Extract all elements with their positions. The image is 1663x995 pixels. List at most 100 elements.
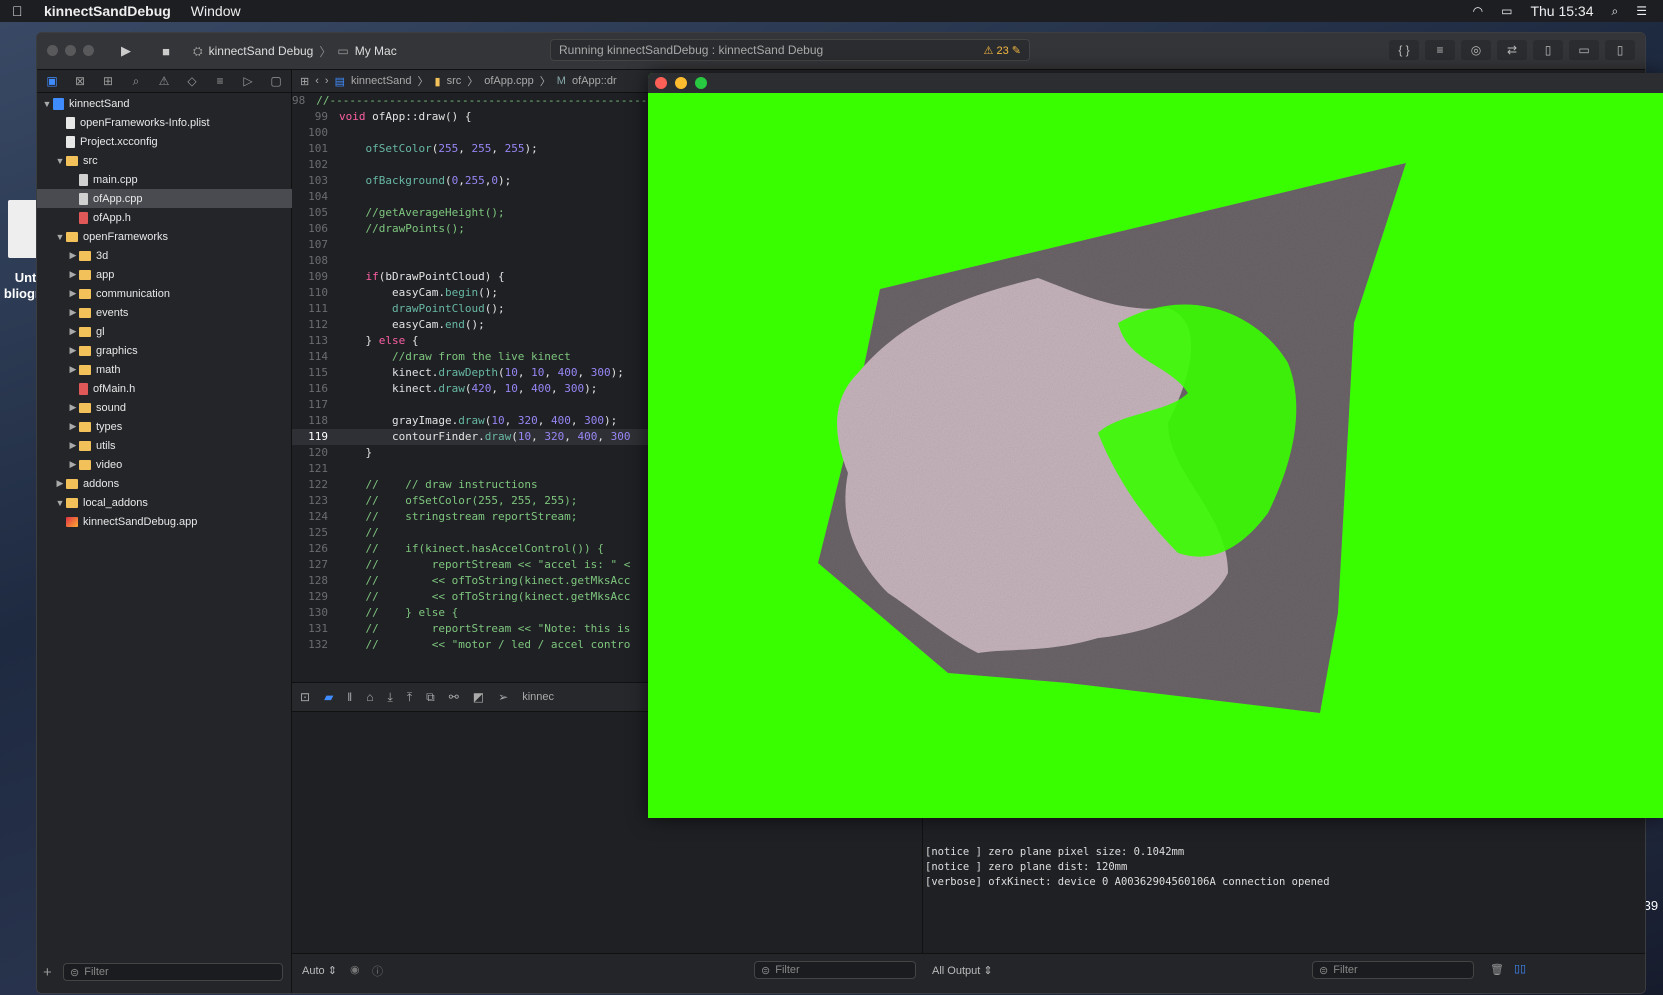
desktop-file-icon[interactable]	[8, 200, 38, 258]
code-line[interactable]: 101 ofSetColor(255, 255, 255);	[292, 141, 648, 157]
tree-item[interactable]: ▶ utils	[37, 436, 321, 455]
breakpoints-toggle-icon[interactable]: ▰	[324, 690, 333, 704]
auto-selector[interactable]: Auto ⇕	[302, 964, 337, 977]
code-line[interactable]: 132 // << "motor / led / accel contro	[292, 637, 648, 653]
minimize-window-button[interactable]	[675, 77, 687, 89]
navigator-filter-field[interactable]: ⊜ Filter	[63, 963, 283, 981]
line-number[interactable]: 127	[292, 557, 339, 573]
tree-item[interactable]: main.cpp	[37, 170, 321, 189]
disclosure-triangle-icon[interactable]: ▶	[67, 364, 79, 375]
line-number[interactable]: 116	[292, 381, 339, 397]
step-over-icon[interactable]: ⌂	[366, 690, 373, 704]
zoom-window-button[interactable]	[83, 45, 94, 56]
debug-navigator-icon[interactable]: ≡	[211, 74, 229, 88]
tree-item[interactable]: ▼ local_addons	[37, 493, 308, 512]
line-number[interactable]: 122	[292, 477, 339, 493]
stop-button[interactable]: ■	[155, 41, 177, 61]
line-number[interactable]: 120	[292, 445, 339, 461]
split-view-icon[interactable]: ▯▯	[1514, 962, 1526, 975]
code-line[interactable]: 112 easyCam.end();	[292, 317, 648, 333]
disclosure-triangle-icon[interactable]: ▶	[67, 326, 79, 337]
code-line[interactable]: 125 //	[292, 525, 648, 541]
memory-graph-icon[interactable]: ⚯	[449, 690, 459, 704]
tree-item[interactable]: ▶ app	[37, 265, 321, 284]
line-number[interactable]: 115	[292, 365, 339, 381]
line-number[interactable]: 110	[292, 285, 339, 301]
line-number[interactable]: 119	[292, 429, 339, 445]
close-window-button[interactable]	[47, 45, 58, 56]
toggle-debug-area-button[interactable]: ▭	[1569, 40, 1599, 60]
related-items-icon[interactable]: ⊞	[300, 75, 309, 88]
line-number[interactable]: 124	[292, 509, 339, 525]
pause-icon[interactable]: ‖	[347, 690, 352, 704]
line-number[interactable]: 118	[292, 413, 339, 429]
code-line[interactable]: 111 drawPointCloud();	[292, 301, 648, 317]
code-line[interactable]: 124 // stringstream reportStream;	[292, 509, 648, 525]
back-button[interactable]: ‹	[315, 75, 319, 87]
notification-center-icon[interactable]: ☰	[1636, 4, 1647, 18]
view-hierarchy-icon[interactable]: ⧉	[426, 690, 435, 705]
battery-icon[interactable]: ▭	[1501, 4, 1512, 18]
tree-item[interactable]: openFrameworks-Info.plist	[37, 113, 308, 132]
disclosure-triangle-icon[interactable]: ▶	[54, 478, 66, 489]
zoom-window-button[interactable]	[695, 77, 707, 89]
disclosure-triangle-icon[interactable]: ▼	[54, 498, 66, 508]
code-line[interactable]: 100	[292, 125, 648, 141]
output-selector[interactable]: All Output ⇕	[932, 964, 993, 977]
disclosure-triangle-icon[interactable]: ▶	[67, 421, 79, 432]
code-line[interactable]: 129 // << ofToString(kinect.getMksAcc	[292, 589, 648, 605]
line-number[interactable]: 123	[292, 493, 339, 509]
trash-icon[interactable]: 🗑	[1490, 963, 1504, 976]
version-editor-button[interactable]: ⇄	[1497, 40, 1527, 60]
code-line[interactable]: 123 // ofSetColor(255, 255, 255);	[292, 493, 648, 509]
line-number[interactable]: 132	[292, 637, 339, 653]
process-name[interactable]: kinnec	[522, 691, 554, 703]
disclosure-triangle-icon[interactable]: ▼	[54, 156, 66, 166]
info-icon[interactable]: ⓘ	[372, 963, 383, 979]
assistant-editor-button[interactable]: ◎	[1461, 40, 1491, 60]
standard-editor-button[interactable]: ≡	[1425, 40, 1455, 60]
tree-item[interactable]: ▼ src	[37, 151, 308, 170]
line-number[interactable]: 121	[292, 461, 339, 477]
disclosure-triangle-icon[interactable]: ▶	[67, 250, 79, 261]
add-file-button[interactable]: +	[43, 964, 52, 981]
activity-viewer[interactable]: Running kinnectSandDebug : kinnectSand D…	[550, 39, 1030, 61]
source-editor[interactable]: 98//------------------------------------…	[292, 93, 648, 665]
toggle-navigator-button[interactable]: ▯	[1533, 40, 1563, 60]
code-line[interactable]: 127 // reportStream << "accel is: " <	[292, 557, 648, 573]
code-line[interactable]: 104	[292, 189, 648, 205]
wifi-icon[interactable]: ◠	[1473, 4, 1483, 18]
code-line[interactable]: 108	[292, 253, 648, 269]
environment-overrides-icon[interactable]: ◩	[473, 690, 484, 704]
code-line[interactable]: 120 }	[292, 445, 648, 461]
point-cloud-canvas[interactable]	[648, 93, 1663, 818]
tree-item[interactable]: ofMain.h	[37, 379, 321, 398]
folder-icon[interactable]: ▣	[43, 74, 61, 88]
disclosure-triangle-icon[interactable]: ▼	[41, 99, 53, 109]
console-filter-field[interactable]: ⊜ Filter	[1312, 961, 1474, 979]
spotlight-search-icon[interactable]: ⌕	[1612, 4, 1619, 19]
disclosure-triangle-icon[interactable]: ▶	[67, 402, 79, 413]
step-into-icon[interactable]: ⤓	[388, 690, 393, 705]
tree-item[interactable]: ▶ communication	[37, 284, 321, 303]
symbol-navigator-icon[interactable]: ⊞	[99, 74, 117, 88]
run-button[interactable]: ▶	[115, 41, 137, 61]
line-number[interactable]: 126	[292, 541, 339, 557]
code-line[interactable]: 121	[292, 461, 648, 477]
hide-debug-area-icon[interactable]: ⊡	[300, 690, 310, 704]
line-number[interactable]: 106	[292, 221, 339, 237]
code-line[interactable]: 130 // } else {	[292, 605, 648, 621]
test-diamond-icon[interactable]: ◇	[183, 74, 201, 88]
line-number[interactable]: 117	[292, 397, 339, 413]
tree-item[interactable]: ▶ addons	[37, 474, 308, 493]
tree-item[interactable]: ▶ math	[37, 360, 321, 379]
tree-item[interactable]: ▶ types	[37, 417, 321, 436]
code-line[interactable]: 110 easyCam.begin();	[292, 285, 648, 301]
breakpoint-icon[interactable]: ▷	[239, 74, 257, 88]
jump-folder[interactable]: src	[447, 75, 462, 87]
scheme-selector[interactable]: ⛭ kinnectSand Debug 〉 ▭ My Mac	[193, 40, 397, 62]
source-control-icon[interactable]: ⊠	[71, 74, 89, 88]
code-line[interactable]: 116 kinect.draw(420, 10, 400, 300);	[292, 381, 648, 397]
line-number[interactable]: 112	[292, 317, 339, 333]
tree-item[interactable]: ofApp.cpp	[37, 189, 321, 208]
